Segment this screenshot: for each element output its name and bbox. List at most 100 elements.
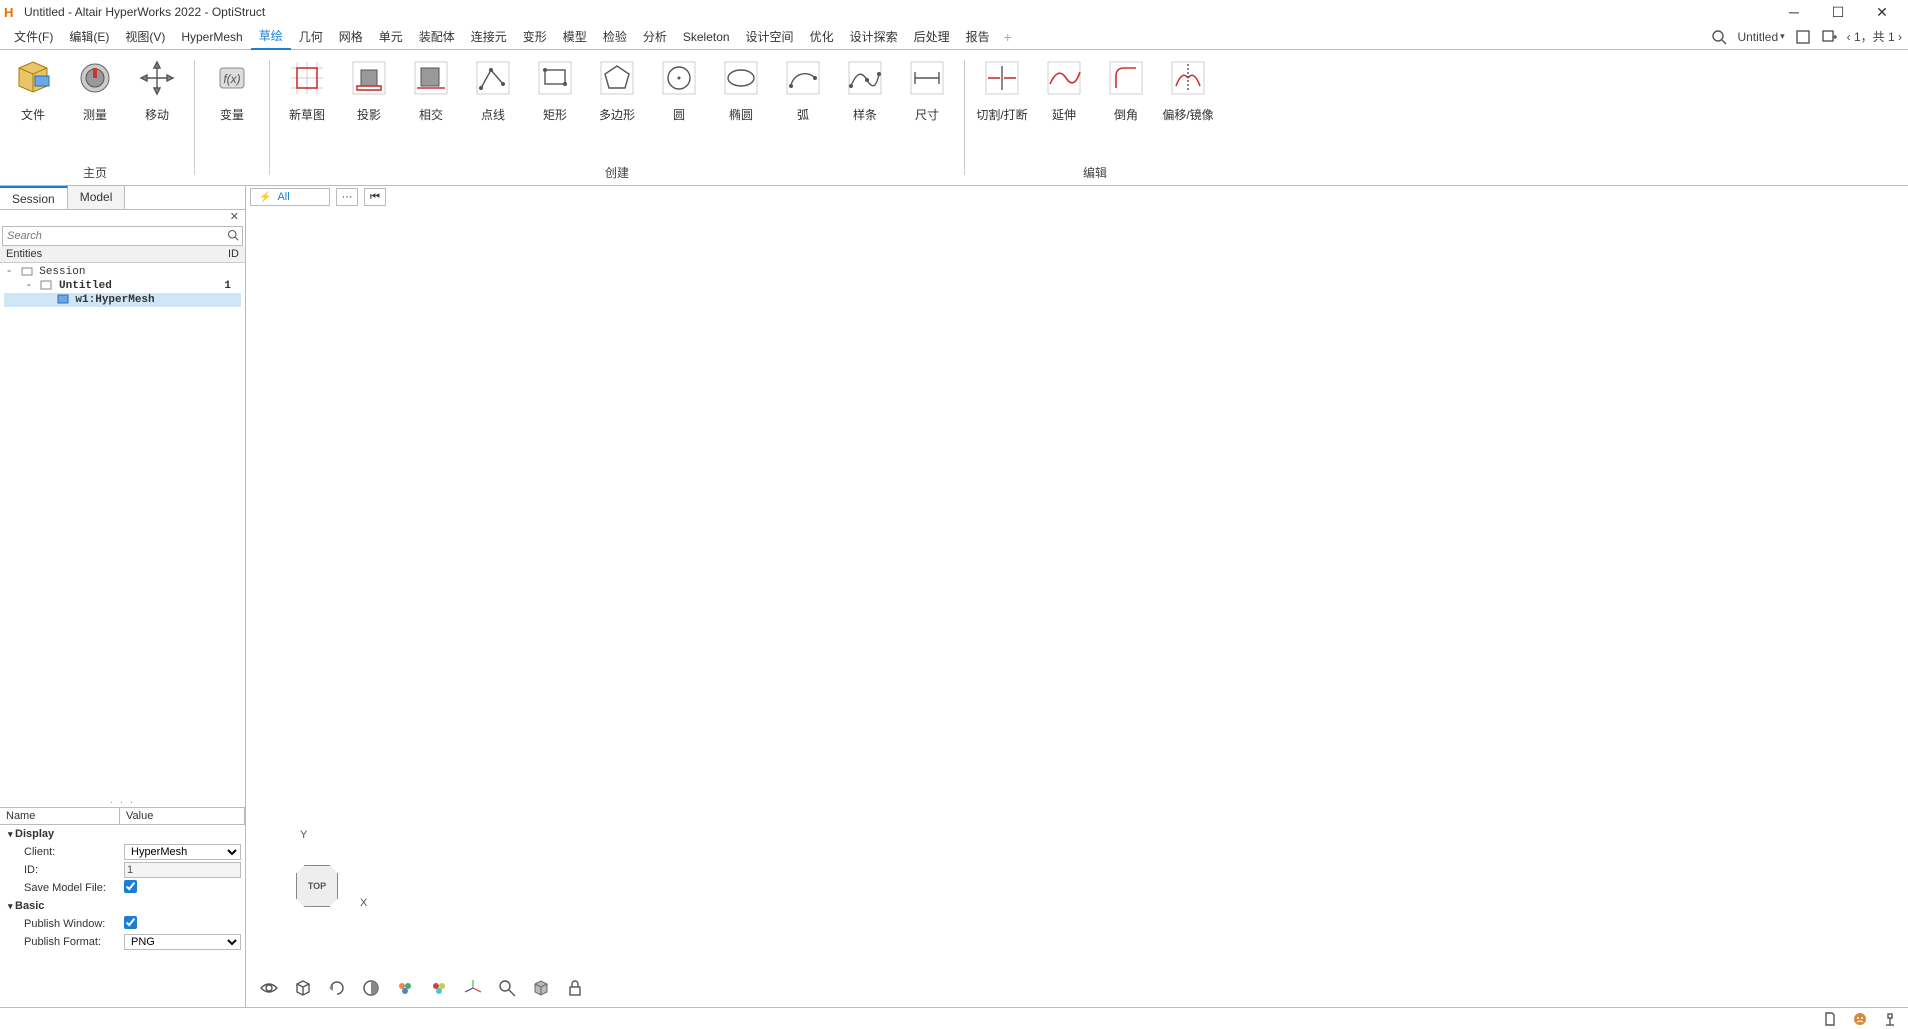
ribbon-move-button[interactable]: 移动 (130, 54, 184, 125)
prop-publishwindow-checkbox[interactable] (124, 916, 137, 929)
menu-element[interactable]: 单元 (371, 24, 411, 49)
ribbon-extend-button[interactable]: 延伸 (1037, 54, 1091, 125)
intersect-icon (409, 56, 453, 100)
prop-id-label: ID: (0, 863, 120, 877)
window-minimize-button[interactable]: ─ (1772, 0, 1816, 24)
ribbon-pointline-button[interactable]: 点线 (466, 54, 520, 125)
layout-add-icon[interactable] (1821, 29, 1837, 45)
menu-assembly[interactable]: 装配体 (411, 24, 463, 49)
menu-skeleton[interactable]: Skeleton (675, 26, 738, 48)
tab-session[interactable]: Session (0, 186, 68, 209)
ribbon: 文件 测量 移动 主页 f(x) 变量 (0, 50, 1908, 186)
ribbon-ellipse-button[interactable]: 椭圆 (714, 54, 768, 125)
menu-model[interactable]: 模型 (555, 24, 595, 49)
menu-analyze[interactable]: 分析 (635, 24, 675, 49)
menu-geometry[interactable]: 几何 (291, 24, 331, 49)
tree-row-w1[interactable]: w1:HyperMesh (4, 293, 241, 307)
search-input[interactable] (3, 228, 224, 244)
menu-view[interactable]: 视图(V) (117, 24, 173, 49)
layout-single-icon[interactable] (1795, 29, 1811, 45)
menu-hypermesh[interactable]: HyperMesh (173, 26, 250, 48)
prop-savemodelfile-label: Save Model File: (0, 881, 120, 895)
menu-edit[interactable]: 编辑(E) (61, 24, 117, 49)
menu-report[interactable]: 报告 (958, 24, 998, 49)
menu-sketch[interactable]: 草绘 (251, 23, 291, 50)
section-display[interactable]: Display (0, 827, 120, 841)
menu-connector[interactable]: 连接元 (463, 24, 515, 49)
ribbon-intersect-label: 相交 (419, 106, 443, 123)
trim-icon (980, 56, 1024, 100)
menu-add-icon[interactable]: + (998, 29, 1018, 45)
select-reset-chip[interactable]: ⏮ (364, 188, 386, 206)
extend-icon (1042, 56, 1086, 100)
box-icon[interactable] (292, 977, 314, 999)
shade-icon[interactable] (360, 977, 382, 999)
tree-row-untitled[interactable]: - Untitled 1 (4, 279, 241, 293)
ribbon-newsketch-button[interactable]: 新草图 (280, 54, 334, 125)
search-icon[interactable] (1711, 29, 1727, 45)
ribbon-spline-button[interactable]: 样条 (838, 54, 892, 125)
menu-file[interactable]: 文件(F) (6, 24, 61, 49)
menu-postprocess[interactable]: 后处理 (906, 24, 958, 49)
prop-savemodelfile-checkbox[interactable] (124, 880, 137, 893)
ribbon-project-button[interactable]: 投影 (342, 54, 396, 125)
page-dropdown[interactable]: Untitled ▾ (1737, 30, 1784, 44)
ribbon-offsetmirror-button[interactable]: 偏移/镜像 (1161, 54, 1215, 125)
prop-id-input[interactable] (124, 862, 241, 878)
ribbon-offsetmirror-label: 偏移/镜像 (1162, 106, 1213, 123)
panel-close-icon[interactable]: ✕ (230, 210, 239, 226)
ribbon-rect-button[interactable]: 矩形 (528, 54, 582, 125)
status-settings-icon[interactable] (1882, 1011, 1898, 1027)
lock-icon[interactable] (564, 977, 586, 999)
axis-x-label: X (360, 897, 367, 909)
axis-icon[interactable] (462, 977, 484, 999)
colors1-icon[interactable] (394, 977, 416, 999)
ribbon-intersect-button[interactable]: 相交 (404, 54, 458, 125)
status-warning-icon[interactable] (1852, 1011, 1868, 1027)
ribbon-trim-button[interactable]: 切割/打断 (975, 54, 1029, 125)
window-maximize-button[interactable]: ☐ (1816, 0, 1860, 24)
zoom-icon[interactable] (496, 977, 518, 999)
prop-publishformat-select[interactable]: PNG (124, 934, 241, 950)
ribbon-variable-button[interactable]: f(x) 变量 (205, 54, 259, 125)
prop-client-select[interactable]: HyperMesh (124, 844, 241, 860)
ribbon-file-button[interactable]: 文件 (6, 54, 60, 125)
canvas-topbar: All ··· ⏮ (246, 186, 390, 208)
menu-verify[interactable]: 检验 (595, 24, 635, 49)
ellipse-icon (719, 56, 763, 100)
status-doc-icon[interactable] (1822, 1011, 1838, 1027)
ribbon-arc-button[interactable]: 弧 (776, 54, 830, 125)
window-close-button[interactable]: ✕ (1860, 0, 1904, 24)
menu-mesh[interactable]: 网格 (331, 24, 371, 49)
menu-optimize[interactable]: 优化 (802, 24, 842, 49)
section-basic[interactable]: Basic (0, 899, 120, 913)
tree-row-session[interactable]: - Session (4, 265, 241, 279)
view-cube[interactable]: TOP (296, 865, 338, 907)
colors2-icon[interactable] (428, 977, 450, 999)
search-icon[interactable] (224, 229, 242, 244)
ribbon-circle-button[interactable]: 圆 (652, 54, 706, 125)
menu-designexplore[interactable]: 设计探索 (842, 24, 906, 49)
rotate-icon[interactable] (326, 977, 348, 999)
select-all-chip[interactable]: All (250, 188, 330, 206)
view-toolbar (258, 977, 586, 999)
select-more-chip[interactable]: ··· (336, 188, 358, 206)
file-icon (11, 56, 55, 100)
ribbon-polygon-button[interactable]: 多边形 (590, 54, 644, 125)
menu-morph[interactable]: 变形 (515, 24, 555, 49)
ribbon-fillet-button[interactable]: 倒角 (1099, 54, 1153, 125)
ribbon-measure-button[interactable]: 测量 (68, 54, 122, 125)
panel-splitter[interactable]: · · · (0, 797, 245, 807)
view-triad[interactable]: Y TOP X (296, 865, 338, 907)
ribbon-dimension-button[interactable]: 尺寸 (900, 54, 954, 125)
canvas[interactable]: All ··· ⏮ Y TOP X (246, 186, 1908, 1007)
measure-icon (73, 56, 117, 100)
page-nav-text[interactable]: ‹ 1，共 1 › (1847, 28, 1902, 45)
ribbon-move-label: 移动 (145, 106, 169, 123)
menu-designspace[interactable]: 设计空间 (738, 24, 802, 49)
cube-icon[interactable] (530, 977, 552, 999)
eye-icon[interactable] (258, 977, 280, 999)
tab-model[interactable]: Model (68, 186, 126, 209)
axis-y-label: Y (300, 829, 307, 841)
ribbon-group-edit-label: 编辑 (1083, 160, 1107, 183)
